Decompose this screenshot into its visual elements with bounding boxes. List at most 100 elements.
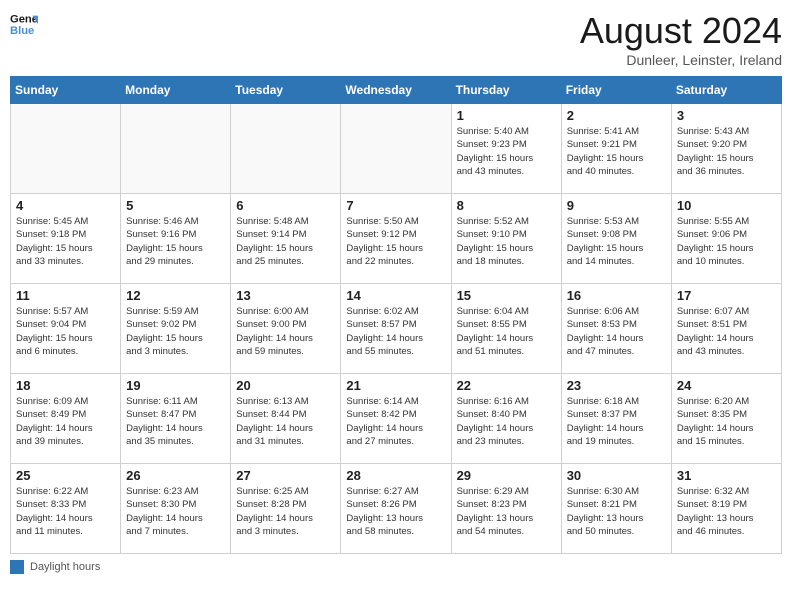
calendar-week-row: 25 Sunrise: 6:22 AMSunset: 8:33 PMDayligh…: [11, 464, 782, 554]
day-info: Sunrise: 6:32 AMSunset: 8:19 PMDaylight:…: [677, 485, 776, 538]
day-number: 5: [126, 198, 225, 213]
day-number: 29: [457, 468, 556, 483]
day-info: Sunrise: 6:04 AMSunset: 8:55 PMDaylight:…: [457, 305, 556, 358]
table-row: 5 Sunrise: 5:46 AMSunset: 9:16 PMDaylight…: [121, 194, 231, 284]
day-number: 11: [16, 288, 115, 303]
day-info: Sunrise: 5:46 AMSunset: 9:16 PMDaylight:…: [126, 215, 225, 268]
table-row: 4 Sunrise: 5:45 AMSunset: 9:18 PMDaylight…: [11, 194, 121, 284]
daylight-bar-icon: [10, 560, 24, 574]
day-info: Sunrise: 5:45 AMSunset: 9:18 PMDaylight:…: [16, 215, 115, 268]
table-row: 21 Sunrise: 6:14 AMSunset: 8:42 PMDayligh…: [341, 374, 451, 464]
day-number: 25: [16, 468, 115, 483]
table-row: [341, 104, 451, 194]
table-row: 18 Sunrise: 6:09 AMSunset: 8:49 PMDayligh…: [11, 374, 121, 464]
day-number: 20: [236, 378, 335, 393]
day-number: 8: [457, 198, 556, 213]
table-row: 15 Sunrise: 6:04 AMSunset: 8:55 PMDayligh…: [451, 284, 561, 374]
table-row: 13 Sunrise: 6:00 AMSunset: 9:00 PMDayligh…: [231, 284, 341, 374]
table-row: 27 Sunrise: 6:25 AMSunset: 8:28 PMDayligh…: [231, 464, 341, 554]
day-info: Sunrise: 5:40 AMSunset: 9:23 PMDaylight:…: [457, 125, 556, 178]
day-number: 16: [567, 288, 666, 303]
calendar-weekday-header: Friday: [561, 77, 671, 104]
day-info: Sunrise: 6:16 AMSunset: 8:40 PMDaylight:…: [457, 395, 556, 448]
day-info: Sunrise: 6:11 AMSunset: 8:47 PMDaylight:…: [126, 395, 225, 448]
day-info: Sunrise: 6:18 AMSunset: 8:37 PMDaylight:…: [567, 395, 666, 448]
table-row: 1 Sunrise: 5:40 AMSunset: 9:23 PMDaylight…: [451, 104, 561, 194]
table-row: 29 Sunrise: 6:29 AMSunset: 8:23 PMDayligh…: [451, 464, 561, 554]
day-info: Sunrise: 6:02 AMSunset: 8:57 PMDaylight:…: [346, 305, 445, 358]
day-info: Sunrise: 6:27 AMSunset: 8:26 PMDaylight:…: [346, 485, 445, 538]
table-row: 8 Sunrise: 5:52 AMSunset: 9:10 PMDaylight…: [451, 194, 561, 284]
day-info: Sunrise: 6:06 AMSunset: 8:53 PMDaylight:…: [567, 305, 666, 358]
footer: Daylight hours: [10, 560, 782, 574]
table-row: 14Sunrise: 6:02 AMSunset: 8:57 PMDayligh…: [341, 284, 451, 374]
calendar-weekday-header: Thursday: [451, 77, 561, 104]
day-number: 22: [457, 378, 556, 393]
day-info: Sunrise: 6:23 AMSunset: 8:30 PMDaylight:…: [126, 485, 225, 538]
calendar-week-row: 18 Sunrise: 6:09 AMSunset: 8:49 PMDayligh…: [11, 374, 782, 464]
day-info: Sunrise: 5:50 AMSunset: 9:12 PMDaylight:…: [346, 215, 445, 268]
day-info: Sunrise: 6:14 AMSunset: 8:42 PMDaylight:…: [346, 395, 445, 448]
day-info: Sunrise: 5:48 AMSunset: 9:14 PMDaylight:…: [236, 215, 335, 268]
calendar-week-row: 4 Sunrise: 5:45 AMSunset: 9:18 PMDaylight…: [11, 194, 782, 284]
day-info: Sunrise: 6:13 AMSunset: 8:44 PMDaylight:…: [236, 395, 335, 448]
day-number: 3: [677, 108, 776, 123]
day-info: Sunrise: 6:22 AMSunset: 8:33 PMDaylight:…: [16, 485, 115, 538]
svg-text:General: General: [10, 14, 38, 26]
day-info: Sunrise: 6:20 AMSunset: 8:35 PMDaylight:…: [677, 395, 776, 448]
table-row: 7Sunrise: 5:50 AMSunset: 9:12 PMDaylight…: [341, 194, 451, 284]
day-info: Sunrise: 5:59 AMSunset: 9:02 PMDaylight:…: [126, 305, 225, 358]
table-row: 24 Sunrise: 6:20 AMSunset: 8:35 PMDayligh…: [671, 374, 781, 464]
day-number: 18: [16, 378, 115, 393]
day-number: 23: [567, 378, 666, 393]
day-number: 13: [236, 288, 335, 303]
calendar-table: SundayMondayTuesdayWednesdayThursdayFrid…: [10, 76, 782, 554]
table-row: 31 Sunrise: 6:32 AMSunset: 8:19 PMDayligh…: [671, 464, 781, 554]
day-info: Sunrise: 6:00 AMSunset: 9:00 PMDaylight:…: [236, 305, 335, 358]
day-number: 26: [126, 468, 225, 483]
day-number: 30: [567, 468, 666, 483]
table-row: 9 Sunrise: 5:53 AMSunset: 9:08 PMDaylight…: [561, 194, 671, 284]
calendar-weekday-header: Saturday: [671, 77, 781, 104]
table-row: 11 Sunrise: 5:57 AMSunset: 9:04 PMDayligh…: [11, 284, 121, 374]
day-number: 2: [567, 108, 666, 123]
daylight-label: Daylight hours: [30, 561, 100, 573]
day-info: Sunrise: 5:57 AMSunset: 9:04 PMDaylight:…: [16, 305, 115, 358]
calendar-week-row: 1 Sunrise: 5:40 AMSunset: 9:23 PMDaylight…: [11, 104, 782, 194]
day-number: 27: [236, 468, 335, 483]
day-number: 12: [126, 288, 225, 303]
table-row: 22 Sunrise: 6:16 AMSunset: 8:40 PMDayligh…: [451, 374, 561, 464]
day-number: 28: [346, 468, 445, 483]
day-number: 24: [677, 378, 776, 393]
calendar-weekday-header: Tuesday: [231, 77, 341, 104]
table-row: 30 Sunrise: 6:30 AMSunset: 8:21 PMDayligh…: [561, 464, 671, 554]
day-number: 21: [346, 378, 445, 393]
day-info: Sunrise: 6:29 AMSunset: 8:23 PMDaylight:…: [457, 485, 556, 538]
day-number: 4: [16, 198, 115, 213]
day-number: 31: [677, 468, 776, 483]
day-info: Sunrise: 5:53 AMSunset: 9:08 PMDaylight:…: [567, 215, 666, 268]
table-row: 3Sunrise: 5:43 AMSunset: 9:20 PMDaylight…: [671, 104, 781, 194]
day-number: 15: [457, 288, 556, 303]
table-row: 6Sunrise: 5:48 AMSunset: 9:14 PMDaylight…: [231, 194, 341, 284]
day-number: 9: [567, 198, 666, 213]
table-row: 17Sunrise: 6:07 AMSunset: 8:51 PMDayligh…: [671, 284, 781, 374]
table-row: 26 Sunrise: 6:23 AMSunset: 8:30 PMDayligh…: [121, 464, 231, 554]
day-info: Sunrise: 6:30 AMSunset: 8:21 PMDaylight:…: [567, 485, 666, 538]
calendar-weekday-header: Wednesday: [341, 77, 451, 104]
day-number: 17: [677, 288, 776, 303]
day-info: Sunrise: 5:55 AMSunset: 9:06 PMDaylight:…: [677, 215, 776, 268]
month-year: August 2024: [580, 10, 782, 52]
table-row: 23 Sunrise: 6:18 AMSunset: 8:37 PMDayligh…: [561, 374, 671, 464]
table-row: [121, 104, 231, 194]
day-info: Sunrise: 6:25 AMSunset: 8:28 PMDaylight:…: [236, 485, 335, 538]
day-info: Sunrise: 5:52 AMSunset: 9:10 PMDaylight:…: [457, 215, 556, 268]
day-info: Sunrise: 5:41 AMSunset: 9:21 PMDaylight:…: [567, 125, 666, 178]
calendar-week-row: 11 Sunrise: 5:57 AMSunset: 9:04 PMDayligh…: [11, 284, 782, 374]
location: Dunleer, Leinster, Ireland: [580, 52, 782, 68]
table-row: 12 Sunrise: 5:59 AMSunset: 9:02 PMDayligh…: [121, 284, 231, 374]
page-header: General Blue August 2024 Dunleer, Leinst…: [10, 10, 782, 68]
day-number: 1: [457, 108, 556, 123]
logo: General Blue: [10, 10, 38, 38]
day-info: Sunrise: 6:09 AMSunset: 8:49 PMDaylight:…: [16, 395, 115, 448]
